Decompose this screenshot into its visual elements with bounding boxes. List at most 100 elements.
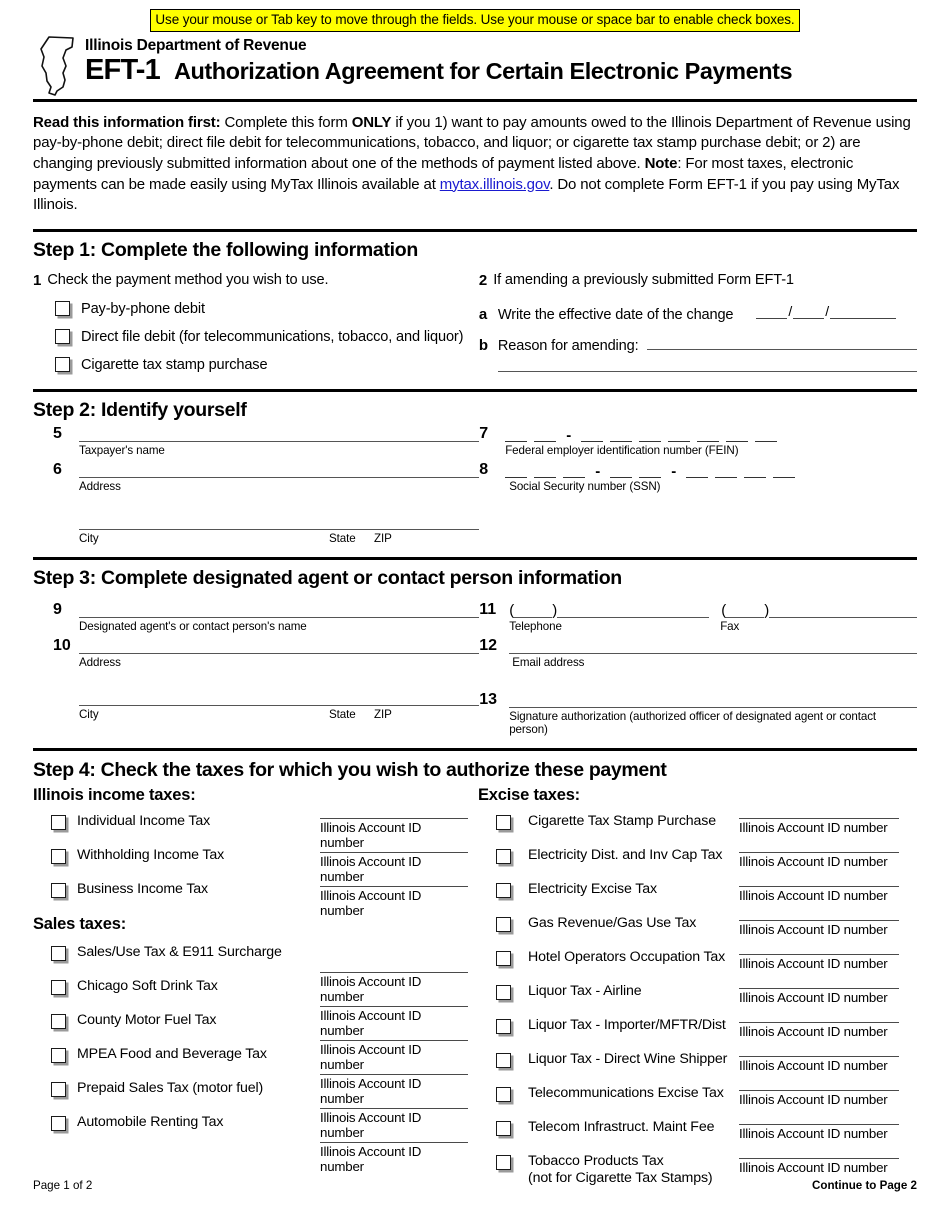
date-day-input[interactable] (793, 306, 825, 319)
reason-for-amending-input-2[interactable] (497, 370, 917, 372)
ssn-digit-6[interactable] (686, 465, 709, 478)
telephone-areacode-input[interactable] (514, 605, 553, 618)
checkbox-liquor-tax-direct-wine-shipper[interactable] (496, 1052, 511, 1068)
payment-method-option-cigarette-stamp[interactable]: Cigarette tax stamp purchase (33, 357, 479, 373)
payment-method-option-pay-by-phone[interactable]: Pay-by-phone debit (33, 301, 479, 317)
checkbox-individual-income-tax[interactable] (51, 814, 66, 830)
checkbox-wrapper (478, 1153, 528, 1175)
checkbox-business-income-tax[interactable] (51, 882, 66, 898)
checkbox-sales-use-tax-e911-surcharge[interactable] (51, 945, 66, 961)
account-id-field[interactable]: Illinois Account ID number (320, 1005, 468, 1040)
fein-digit-3[interactable] (581, 429, 604, 442)
checkbox-electricity-excise-tax[interactable] (496, 882, 511, 898)
fein-digit-5[interactable] (639, 429, 662, 442)
tax-row[interactable]: Electricity Excise Tax (478, 881, 738, 915)
account-id-field[interactable]: Illinois Account ID number (739, 953, 899, 988)
tax-row[interactable]: Gas Revenue/Gas Use Tax (478, 915, 738, 949)
fein-digit-2[interactable] (534, 429, 557, 442)
ssn-digit-9[interactable] (773, 465, 796, 478)
tax-row[interactable]: Telecommunications Excise Tax (478, 1085, 738, 1119)
telephone-field[interactable]: ( ) (509, 604, 710, 618)
checkbox-tobacco-products-tax[interactable] (496, 1154, 511, 1170)
tax-row[interactable]: Hotel Operators Occupation Tax (478, 949, 738, 983)
checkbox-cigarette-tax-stamp-purchase[interactable] (55, 357, 70, 373)
step1-body: 1 Check the payment method you wish to u… (33, 272, 917, 381)
fax-areacode-input[interactable] (726, 605, 765, 618)
taxpayer-city-state-zip-input[interactable] (79, 516, 480, 530)
fein-digit-8[interactable] (726, 429, 749, 442)
ssn-digit-4[interactable] (610, 465, 633, 478)
email-address-input[interactable] (509, 640, 917, 654)
checkbox-prepaid-sales-tax-motor-fuel[interactable] (51, 1081, 66, 1097)
tax-row[interactable]: Cigarette Tax Stamp Purchase (478, 813, 738, 847)
effective-date-field[interactable]: / / (756, 303, 897, 319)
step4-top-rule (33, 747, 917, 751)
account-id-field[interactable]: Illinois Account ID number (320, 1039, 468, 1074)
checkbox-hotel-operators-occupation-tax[interactable] (496, 950, 511, 966)
telephone-number-input[interactable] (557, 605, 710, 618)
agent-name-input[interactable] (79, 604, 480, 618)
ssn-digit-8[interactable] (744, 465, 767, 478)
checkbox-automobile-renting-tax[interactable] (51, 1115, 66, 1131)
ssn-digit-7[interactable] (715, 465, 738, 478)
account-id-field[interactable]: Illinois Account ID number (320, 1107, 468, 1142)
checkbox-telecommunications-excise-tax[interactable] (496, 1086, 511, 1102)
date-year-input[interactable] (830, 306, 897, 319)
checkbox-liquor-tax-airline[interactable] (496, 984, 511, 1000)
date-month-input[interactable] (756, 306, 788, 319)
checkbox-withholding-income-tax[interactable] (51, 848, 66, 864)
reason-for-amending-input-1[interactable] (647, 337, 917, 350)
account-id-field[interactable]: Illinois Account ID number (739, 919, 899, 954)
taxpayer-name-input[interactable] (79, 428, 480, 442)
account-id-field[interactable]: Illinois Account ID number (320, 1073, 468, 1108)
tax-row[interactable]: Liquor Tax - Importer/MFTR/Dist (478, 1017, 738, 1051)
signature-authorization-input[interactable] (509, 694, 917, 708)
account-id-field[interactable]: Illinois Account ID number (320, 1141, 468, 1176)
tax-row[interactable]: Telecom Infrastruct. Maint Fee (478, 1119, 738, 1153)
checkbox-pay-by-phone-debit[interactable] (55, 301, 70, 317)
account-id-field[interactable]: Illinois Account ID number (739, 885, 899, 920)
account-id-field[interactable]: Illinois Account ID number (739, 987, 899, 1022)
tax-row[interactable]: Electricity Dist. and Inv Cap Tax (478, 847, 738, 881)
ssn-digit-2[interactable] (534, 465, 557, 478)
checkbox-county-motor-fuel-tax[interactable] (51, 1013, 66, 1029)
checkbox-cigarette-tax-stamp-purchase[interactable] (496, 814, 511, 830)
checkbox-direct-file-debit[interactable] (55, 329, 70, 345)
fein-digit-9[interactable] (755, 429, 778, 442)
checkbox-electricity-dist-and-inv-cap-tax[interactable] (496, 848, 511, 864)
fax-field[interactable]: ( ) (721, 604, 917, 618)
agent-address-input[interactable] (79, 640, 480, 654)
fein-digit-6[interactable] (668, 429, 691, 442)
account-id-field[interactable]: Illinois Account ID number (320, 885, 468, 920)
email-row: 12 (479, 637, 917, 654)
ssn-input-group[interactable]: - - (505, 464, 796, 479)
checkbox-gas-revenue-gas-use-tax[interactable] (496, 916, 511, 932)
fein-digit-7[interactable] (697, 429, 720, 442)
taxpayer-address-input[interactable] (79, 464, 480, 478)
tax-row[interactable]: Liquor Tax - Airline (478, 983, 738, 1017)
agent-city-state-zip-input[interactable] (79, 692, 480, 706)
checkbox-chicago-soft-drink-tax[interactable] (51, 979, 66, 995)
fein-digit-1[interactable] (505, 429, 528, 442)
account-id-field[interactable]: Illinois Account ID number (320, 851, 468, 886)
account-id-field[interactable]: Illinois Account ID number (739, 817, 899, 852)
ssn-digit-3[interactable] (563, 465, 586, 478)
fax-number-input[interactable] (769, 605, 917, 618)
payment-method-option-direct-file[interactable]: Direct file debit (for telecommunication… (33, 329, 479, 345)
mytax-illinois-link[interactable]: mytax.illinois.gov (440, 176, 550, 193)
checkbox-mpea-food-and-beverage-tax[interactable] (51, 1047, 66, 1063)
account-id-field[interactable]: Illinois Account ID number (320, 971, 468, 1006)
fein-input-group[interactable]: - (505, 428, 778, 443)
fein-digit-4[interactable] (610, 429, 633, 442)
account-id-field[interactable]: Illinois Account ID number (739, 1021, 899, 1056)
ssn-digit-1[interactable] (505, 465, 528, 478)
checkbox-telecom-infrastruct-maint-fee[interactable] (496, 1120, 511, 1136)
ssn-digit-5[interactable] (639, 465, 662, 478)
account-id-field[interactable]: Illinois Account ID number (739, 851, 899, 886)
account-id-field[interactable]: Illinois Account ID number (739, 1055, 899, 1090)
account-id-field[interactable]: Illinois Account ID number (739, 1123, 899, 1158)
account-id-field[interactable]: Illinois Account ID number (320, 817, 468, 852)
checkbox-liquor-tax-importer-mftr-dist[interactable] (496, 1018, 511, 1034)
tax-row[interactable]: Liquor Tax - Direct Wine Shipper (478, 1051, 738, 1085)
account-id-field[interactable]: Illinois Account ID number (739, 1089, 899, 1124)
